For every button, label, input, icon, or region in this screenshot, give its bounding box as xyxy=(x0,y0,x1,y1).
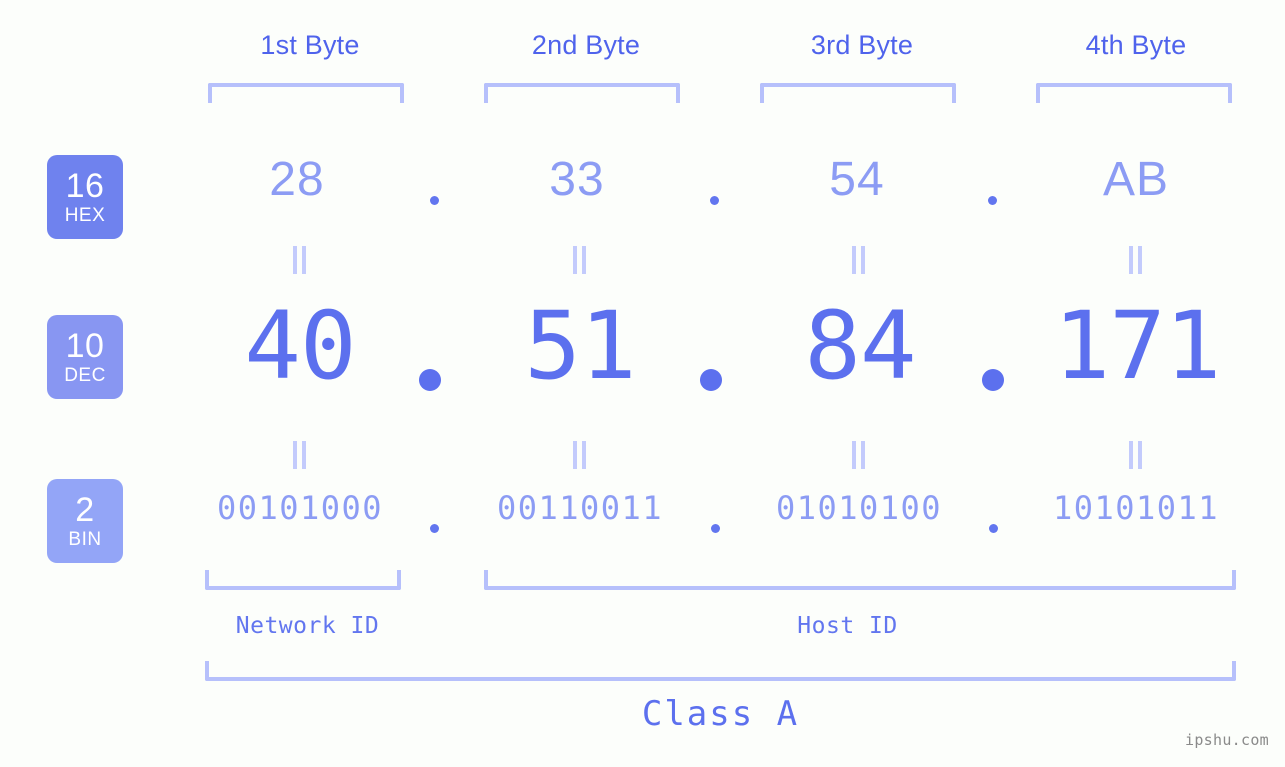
hex-separator-dot-2 xyxy=(710,196,719,205)
host-id-bracket xyxy=(484,570,1236,590)
class-bracket xyxy=(205,661,1236,681)
bin-separator-dot-1 xyxy=(430,524,439,533)
dec-separator-dot-1 xyxy=(419,369,441,391)
network-id-bracket xyxy=(205,570,401,590)
byte-bracket-1 xyxy=(208,83,404,103)
byte-bracket-4 xyxy=(1036,83,1232,103)
base-badge-dec-label: DEC xyxy=(64,365,106,386)
dec-octet-3: 84 xyxy=(804,292,916,401)
class-label: Class A xyxy=(641,694,800,734)
equality-mark-hex-dec-1 xyxy=(292,246,308,274)
watermark: ipshu.com xyxy=(1185,731,1269,749)
base-badge-bin-number: 2 xyxy=(75,491,95,529)
equality-mark-hex-dec-4 xyxy=(1128,246,1144,274)
byte-header-1: 1st Byte xyxy=(260,30,360,60)
base-badge-dec: 10 DEC xyxy=(47,315,123,399)
dec-octet-4: 171 xyxy=(1053,292,1222,401)
base-badge-hex-label: HEX xyxy=(64,205,106,226)
equality-mark-dec-bin-1 xyxy=(292,441,308,469)
equality-mark-hex-dec-2 xyxy=(572,246,588,274)
hex-separator-dot-1 xyxy=(430,196,439,205)
base-badge-hex-number: 16 xyxy=(65,167,105,205)
bin-octet-3: 01010100 xyxy=(775,489,943,527)
base-badge-bin-label: BIN xyxy=(68,529,102,550)
dec-separator-dot-3 xyxy=(982,369,1004,391)
hex-octet-1: 28 xyxy=(269,153,325,206)
bin-octet-2: 00110011 xyxy=(496,489,664,527)
bin-octet-4: 10101011 xyxy=(1052,489,1220,527)
equality-mark-dec-bin-3 xyxy=(851,441,867,469)
base-badge-hex: 16 HEX xyxy=(47,155,123,239)
byte-header-2: 2nd Byte xyxy=(531,30,641,60)
hex-octet-2: 33 xyxy=(549,153,605,206)
bin-separator-dot-2 xyxy=(711,524,720,533)
equality-mark-dec-bin-2 xyxy=(572,441,588,469)
equality-mark-dec-bin-4 xyxy=(1128,441,1144,469)
base-badge-dec-number: 10 xyxy=(65,327,105,365)
bin-octet-1: 00101000 xyxy=(216,489,384,527)
hex-separator-dot-3 xyxy=(988,196,997,205)
byte-bracket-3 xyxy=(760,83,956,103)
dec-octet-1: 40 xyxy=(244,292,356,401)
network-id-label: Network ID xyxy=(235,613,380,639)
ip-address-breakdown-diagram: 1st Byte 2nd Byte 3rd Byte 4th Byte 16 H… xyxy=(0,0,1285,767)
byte-header-3: 3rd Byte xyxy=(810,30,914,60)
byte-bracket-2 xyxy=(484,83,680,103)
hex-octet-3: 54 xyxy=(829,153,885,206)
dec-separator-dot-2 xyxy=(700,369,722,391)
byte-header-4: 4th Byte xyxy=(1085,30,1187,60)
host-id-label: Host ID xyxy=(797,613,898,639)
base-badge-bin: 2 BIN xyxy=(47,479,123,563)
bin-separator-dot-3 xyxy=(989,524,998,533)
hex-octet-4: AB xyxy=(1102,153,1170,206)
dec-octet-2: 51 xyxy=(524,292,636,401)
equality-mark-hex-dec-3 xyxy=(851,246,867,274)
